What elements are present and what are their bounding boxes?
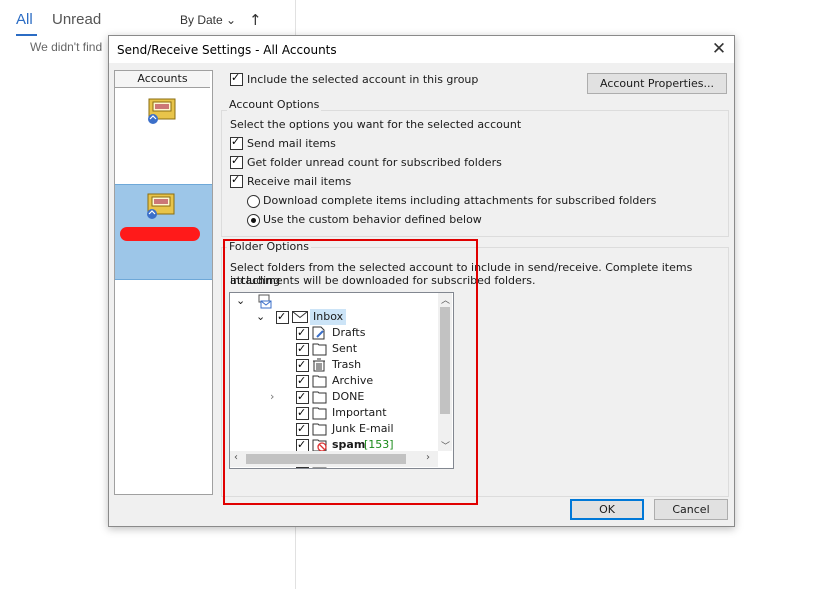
chevron-down-icon: ⌄ (226, 13, 237, 27)
send-receive-dialog: Send/Receive Settings - All Accounts ✕ A… (108, 35, 735, 527)
sort-label: By Date (180, 13, 223, 27)
account-item-2-selected[interactable] (115, 184, 212, 280)
custom-behavior-radio[interactable] (247, 214, 260, 227)
close-icon[interactable]: ✕ (709, 38, 729, 60)
cancel-button[interactable]: Cancel (654, 499, 728, 520)
accounts-list: Accounts (114, 70, 213, 495)
receive-mail-label: Receive mail items (247, 175, 352, 188)
checkbox-checked-icon (230, 154, 243, 169)
tab-all[interactable]: All (16, 11, 33, 28)
redacted-account-name (120, 227, 200, 241)
dialog-titlebar: Send/Receive Settings - All Accounts ✕ (109, 36, 734, 63)
checkbox-checked-icon (230, 173, 243, 188)
custom-behavior-label: Use the custom behavior defined below (263, 213, 482, 226)
ok-button[interactable]: OK (570, 499, 644, 520)
include-account-checkbox[interactable] (230, 71, 244, 87)
account-folder-icon (148, 98, 176, 124)
send-mail-checkbox[interactable] (230, 135, 244, 151)
accounts-header: Accounts (115, 71, 210, 88)
tab-all-underline (16, 34, 37, 36)
download-complete-radio[interactable] (247, 195, 260, 208)
account-folder-icon (147, 193, 175, 219)
download-complete-label: Download complete items including attach… (263, 194, 657, 207)
sort-direction-icon[interactable]: ↑ (249, 11, 262, 29)
empty-message: We didn't find (30, 40, 103, 54)
checkbox-checked-icon (230, 71, 243, 86)
receive-mail-checkbox[interactable] (230, 173, 244, 189)
send-mail-label: Send mail items (247, 137, 336, 150)
include-account-label: Include the selected account in this gro… (247, 73, 479, 86)
highlight-annotation-box (223, 239, 478, 505)
account-options-title: Account Options (227, 98, 322, 111)
account-options-description: Select the options you want for the sele… (230, 118, 522, 131)
account-item-1[interactable] (145, 95, 179, 128)
get-unread-count-label: Get folder unread count for subscribed f… (247, 156, 502, 169)
checkbox-checked-icon (230, 135, 243, 150)
sort-dropdown[interactable]: By Date ⌄ (180, 13, 236, 27)
get-unread-count-checkbox[interactable] (230, 154, 244, 170)
tab-unread[interactable]: Unread (52, 11, 101, 28)
account-properties-button[interactable]: Account Properties... (587, 73, 727, 94)
dialog-title: Send/Receive Settings - All Accounts (117, 43, 337, 57)
